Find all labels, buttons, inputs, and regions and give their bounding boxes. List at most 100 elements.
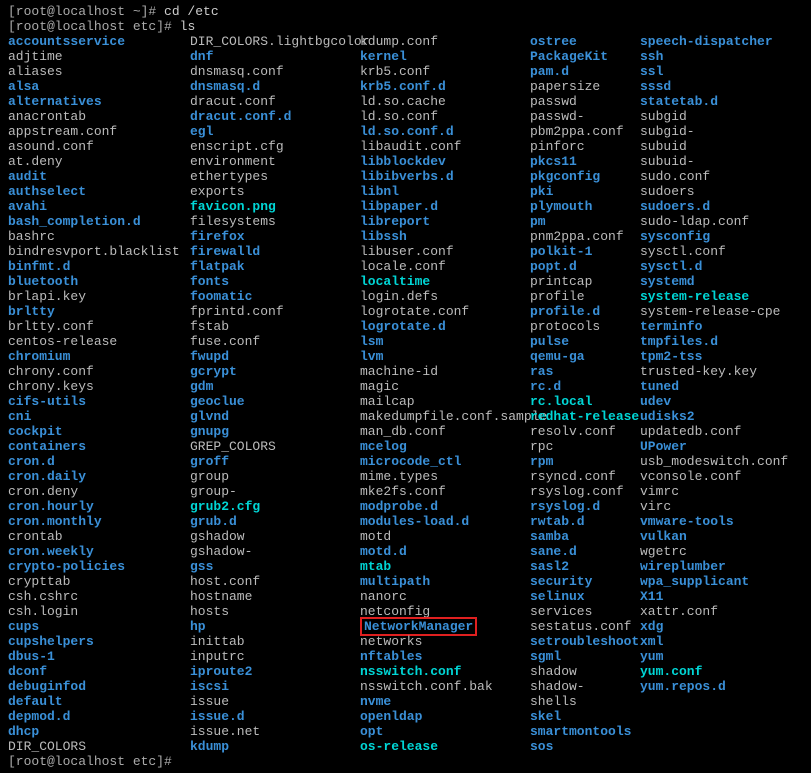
ls-entry: ostree xyxy=(530,34,640,49)
ls-entry: X11 xyxy=(640,589,788,604)
ls-entry: libuser.conf xyxy=(360,244,530,259)
ls-entry: sysctl.d xyxy=(640,259,788,274)
ls-entry: ld.so.conf xyxy=(360,109,530,124)
ls-entry: wgetrc xyxy=(640,544,788,559)
ls-entry-text: subgid- xyxy=(640,124,695,139)
ls-entry: sane.d xyxy=(530,544,640,559)
ls-entry: appstream.conf xyxy=(8,124,190,139)
ls-output: accountsserviceadjtimealiasesalsaalterna… xyxy=(8,34,803,754)
ls-entry: aliases xyxy=(8,64,190,79)
ls-entry: DIR_COLORS xyxy=(8,739,190,754)
ls-entry: gdm xyxy=(190,379,360,394)
ls-entry-text: tmpfiles.d xyxy=(640,334,718,349)
ls-entry-text: gshadow xyxy=(190,529,245,544)
ls-entry-text: printcap xyxy=(530,274,592,289)
ls-entry: bluetooth xyxy=(8,274,190,289)
ls-entry: motd.d xyxy=(360,544,530,559)
ls-entry-text: audit xyxy=(8,169,47,184)
ls-entry-text: dnsmasq.d xyxy=(190,79,260,94)
ls-entry-text: containers xyxy=(8,439,86,454)
ls-entry: fuse.conf xyxy=(190,334,360,349)
ls-entry-text: samba xyxy=(530,529,569,544)
ls-entry: magic xyxy=(360,379,530,394)
ls-entry: xdg xyxy=(640,619,788,634)
ls-entry: yum xyxy=(640,649,788,664)
ls-entry: chromium xyxy=(8,349,190,364)
ls-entry: inputrc xyxy=(190,649,360,664)
ls-entry: ethertypes xyxy=(190,169,360,184)
ls-entry-text: dnsmasq.conf xyxy=(190,64,284,79)
ls-entry: issue.net xyxy=(190,724,360,739)
ls-entry: centos-release xyxy=(8,334,190,349)
ls-col-2: DIR_COLORS.lightbgcolordnfdnsmasq.confdn… xyxy=(190,34,360,754)
ls-entry-text: ssl xyxy=(640,64,663,79)
ls-entry-text: wgetrc xyxy=(640,544,687,559)
ls-entry-text: motd.d xyxy=(360,544,407,559)
ls-entry: pnm2ppa.conf xyxy=(530,229,640,244)
ls-entry: modules-load.d xyxy=(360,514,530,529)
ls-entry-text: libibverbs.d xyxy=(360,169,454,184)
ls-entry-text: kdump.conf xyxy=(360,34,438,49)
ls-entry: udev xyxy=(640,394,788,409)
ls-entry: depmod.d xyxy=(8,709,190,724)
terminal[interactable]: [root@localhost ~]# cd /etc [root@localh… xyxy=(8,4,803,769)
ls-entry: mtab xyxy=(360,559,530,574)
ls-entry-text: nsswitch.conf xyxy=(360,664,461,679)
ls-entry-text: cron.daily xyxy=(8,469,86,484)
ls-entry: updatedb.conf xyxy=(640,424,788,439)
ls-entry: fstab xyxy=(190,319,360,334)
ls-entry-text: profile xyxy=(530,289,585,304)
ls-entry-text: alsa xyxy=(8,79,39,94)
ls-entry-text: vimrc xyxy=(640,484,679,499)
ls-entry-text: opt xyxy=(360,724,383,739)
ls-entry-text: issue xyxy=(190,694,229,709)
ls-entry-text: dracut.conf xyxy=(190,94,276,109)
ls-entry-text: dnf xyxy=(190,49,213,64)
ls-entry: containers xyxy=(8,439,190,454)
ls-entry: passwd xyxy=(530,94,640,109)
ls-entry-text: group- xyxy=(190,484,237,499)
ls-entry-text: rpm xyxy=(530,454,553,469)
ls-entry: protocols xyxy=(530,319,640,334)
ls-entry: mcelog xyxy=(360,439,530,454)
ls-entry-text: centos-release xyxy=(8,334,117,349)
ls-col-4: ostreePackageKitpam.dpapersizepasswdpass… xyxy=(530,34,640,754)
ls-entry: rsyslog.d xyxy=(530,499,640,514)
ls-entry: pm xyxy=(530,214,640,229)
ls-entry: gss xyxy=(190,559,360,574)
ls-entry: printcap xyxy=(530,274,640,289)
ls-entry: binfmt.d xyxy=(8,259,190,274)
ls-entry-text: krb5.conf.d xyxy=(360,79,446,94)
ls-entry: locale.conf xyxy=(360,259,530,274)
ls-entry: security xyxy=(530,574,640,589)
ls-entry-text: gshadow- xyxy=(190,544,252,559)
ls-entry: grub.d xyxy=(190,514,360,529)
ls-entry-text: modprobe.d xyxy=(360,499,438,514)
ls-entry-text: PackageKit xyxy=(530,49,608,64)
ls-entry: accountsservice xyxy=(8,34,190,49)
ls-entry-text: terminfo xyxy=(640,319,702,334)
ls-entry-text: GREP_COLORS xyxy=(190,439,276,454)
ls-entry: login.defs xyxy=(360,289,530,304)
ls-entry-text: modules-load.d xyxy=(360,514,469,529)
ls-entry-text: sysctl.conf xyxy=(640,244,726,259)
ls-entry-text: subuid- xyxy=(640,154,695,169)
prompt-line-1: [root@localhost ~]# cd /etc xyxy=(8,4,803,19)
ls-entry: foomatic xyxy=(190,289,360,304)
prompt-line-3[interactable]: [root@localhost etc]# xyxy=(8,754,803,769)
ls-entry: gshadow xyxy=(190,529,360,544)
ls-entry-text: yum.conf xyxy=(640,664,702,679)
ls-entry: avahi xyxy=(8,199,190,214)
ls-entry: sasl2 xyxy=(530,559,640,574)
ls-entry-text: libaudit.conf xyxy=(360,139,461,154)
ls-entry-text: sestatus.conf xyxy=(530,619,631,634)
ls-entry: systemd xyxy=(640,274,788,289)
ls-entry-text: kernel xyxy=(360,49,407,64)
ls-entry-text: DIR_COLORS.lightbgcolor xyxy=(190,34,369,49)
ls-entry-text: localtime xyxy=(360,274,430,289)
ls-entry-text: favicon.png xyxy=(190,199,276,214)
ls-entry: speech-dispatcher xyxy=(640,34,788,49)
ls-entry: os-release xyxy=(360,739,530,754)
ls-entry-text: pulse xyxy=(530,334,569,349)
ls-entry: geoclue xyxy=(190,394,360,409)
